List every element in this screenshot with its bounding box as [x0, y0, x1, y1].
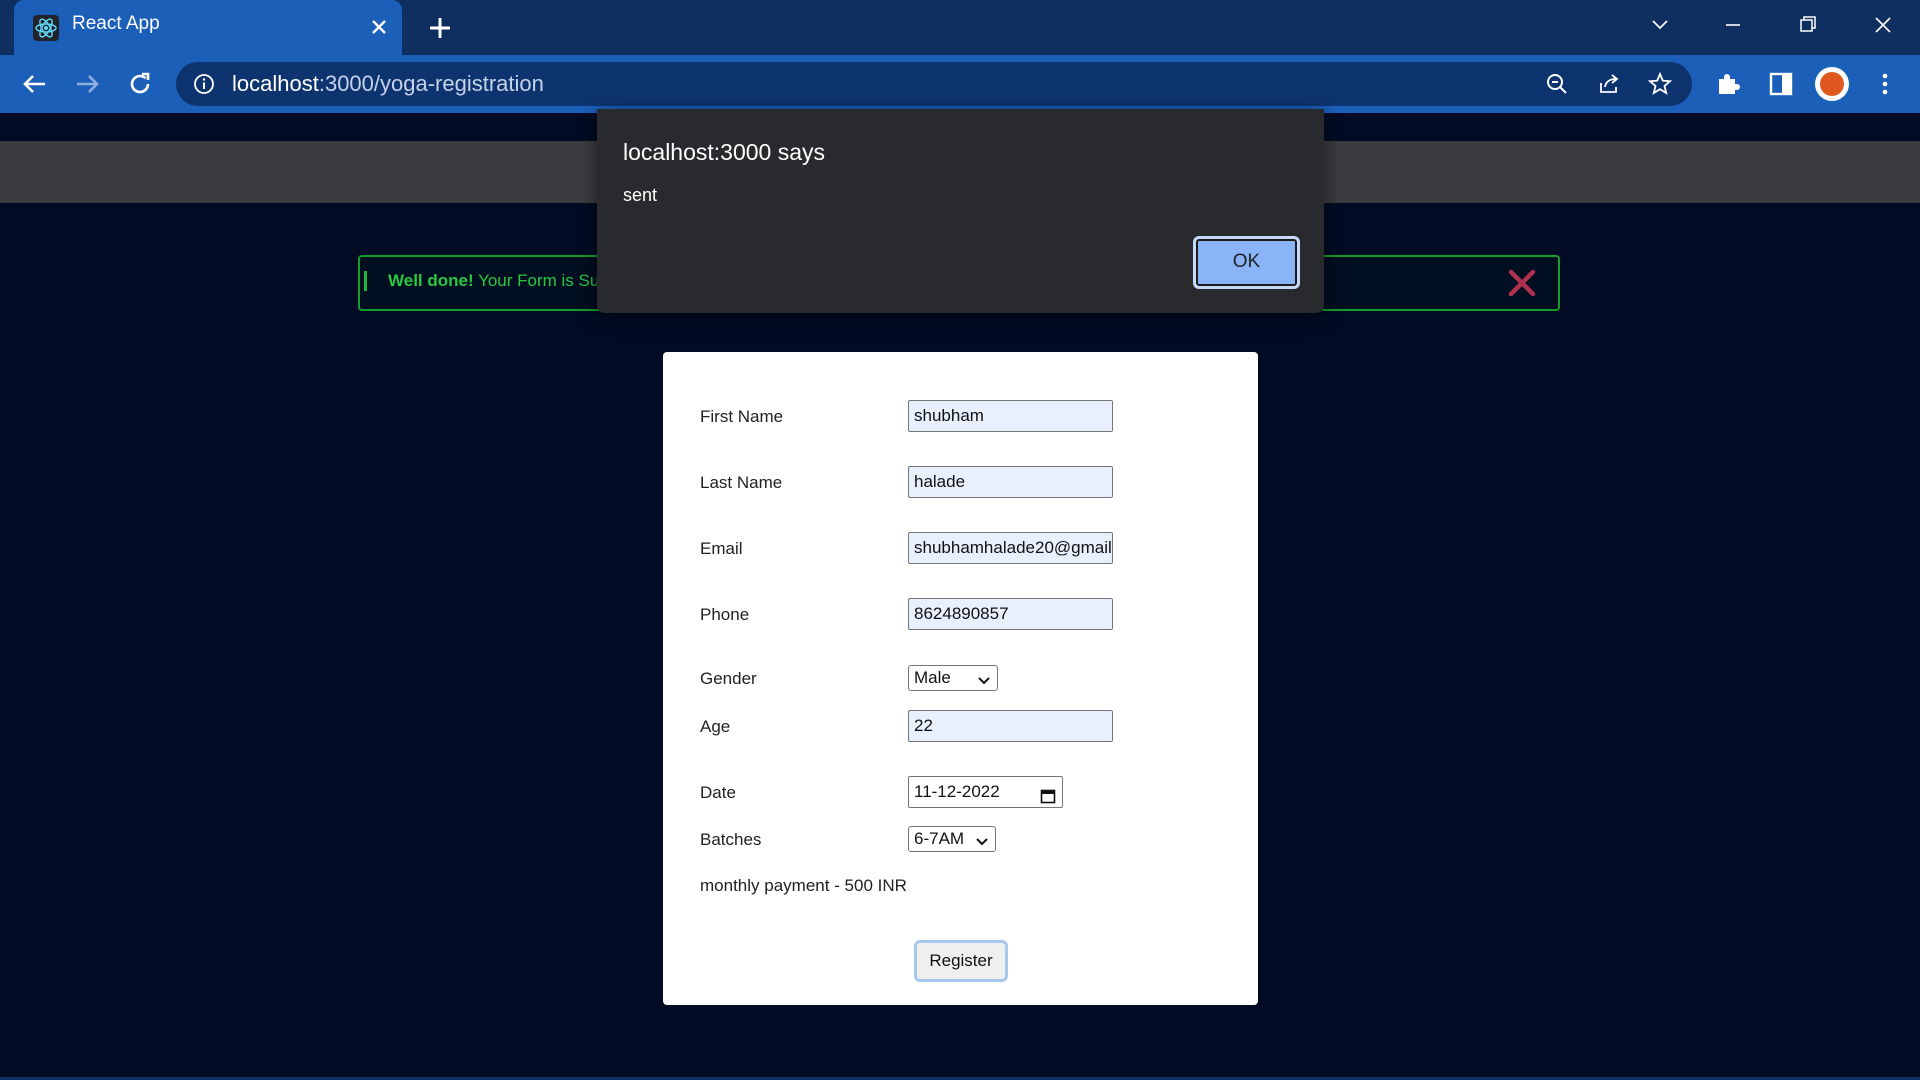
gender-label: Gender	[700, 669, 757, 688]
browser-toolbar: localhost:3000/yoga-registration	[0, 55, 1920, 113]
age-input[interactable]: 22	[908, 710, 1113, 742]
alert-accent-bar	[364, 271, 367, 291]
tab-search-chevron-icon[interactable]	[1643, 10, 1677, 40]
email-label: Email	[700, 539, 743, 558]
browser-tab-strip: React App	[0, 0, 1920, 55]
close-window-icon[interactable]	[1866, 10, 1900, 40]
alert-message: Well done! Your Form is Su	[388, 271, 600, 290]
side-panel-icon[interactable]	[1766, 69, 1796, 99]
more-menu-icon[interactable]	[1870, 69, 1900, 99]
chevron-down-icon	[977, 671, 991, 685]
tab-close-icon[interactable]	[366, 14, 392, 40]
monthly-payment-note: monthly payment - 500 INR	[700, 876, 907, 895]
batches-label: Batches	[700, 830, 762, 849]
alert-close-icon[interactable]	[1506, 267, 1538, 299]
gender-select[interactable]: Male	[908, 665, 998, 691]
url-text[interactable]: localhost:3000/yoga-registration	[232, 71, 544, 97]
minimize-icon[interactable]	[1716, 10, 1750, 40]
date-value: 11-12-2022	[914, 782, 1000, 801]
batches-select[interactable]: 6-7AM	[908, 826, 996, 852]
bookmark-star-icon[interactable]	[1647, 71, 1673, 97]
calendar-icon[interactable]	[1040, 784, 1056, 804]
address-bar[interactable]: localhost:3000/yoga-registration	[176, 62, 1692, 106]
site-info-icon[interactable]	[192, 72, 216, 96]
extensions-puzzle-icon[interactable]	[1713, 69, 1743, 99]
chevron-down-icon	[975, 832, 989, 846]
back-arrow-icon[interactable]	[18, 67, 52, 101]
dialog-ok-button[interactable]: OK	[1193, 236, 1300, 289]
dialog-title: localhost:3000 says	[623, 139, 826, 165]
reload-icon[interactable]	[123, 67, 157, 101]
share-icon[interactable]	[1596, 71, 1622, 97]
alert-dialog: localhost:3000 says sent OK	[597, 109, 1324, 313]
restore-icon[interactable]	[1790, 10, 1824, 40]
registration-form: First Name shubham Last Name halade Emai…	[663, 352, 1258, 1005]
last-name-input[interactable]: halade	[908, 466, 1113, 498]
react-logo-icon	[32, 14, 60, 42]
email-input[interactable]: shubhamhalade20@gmail	[908, 532, 1113, 564]
first-name-label: First Name	[700, 407, 784, 426]
gender-selected-value: Male	[914, 668, 951, 687]
age-label: Age	[700, 717, 731, 736]
date-label: Date	[700, 783, 736, 802]
forward-arrow-icon[interactable]	[70, 67, 104, 101]
last-name-label: Last Name	[700, 473, 783, 492]
date-input[interactable]: 11-12-2022	[908, 776, 1063, 808]
phone-label: Phone	[700, 605, 750, 624]
tab-title: React App	[72, 13, 160, 34]
profile-avatar[interactable]	[1815, 67, 1849, 101]
dialog-message: sent	[623, 185, 658, 205]
first-name-input[interactable]: shubham	[908, 400, 1113, 432]
register-button[interactable]: Register	[914, 940, 1008, 982]
zoom-out-icon[interactable]	[1544, 71, 1570, 97]
phone-input[interactable]: 8624890857	[908, 598, 1113, 630]
browser-tab-active[interactable]: React App	[14, 0, 402, 55]
new-tab-icon[interactable]	[424, 12, 456, 44]
batches-selected-value: 6-7AM	[914, 829, 965, 848]
